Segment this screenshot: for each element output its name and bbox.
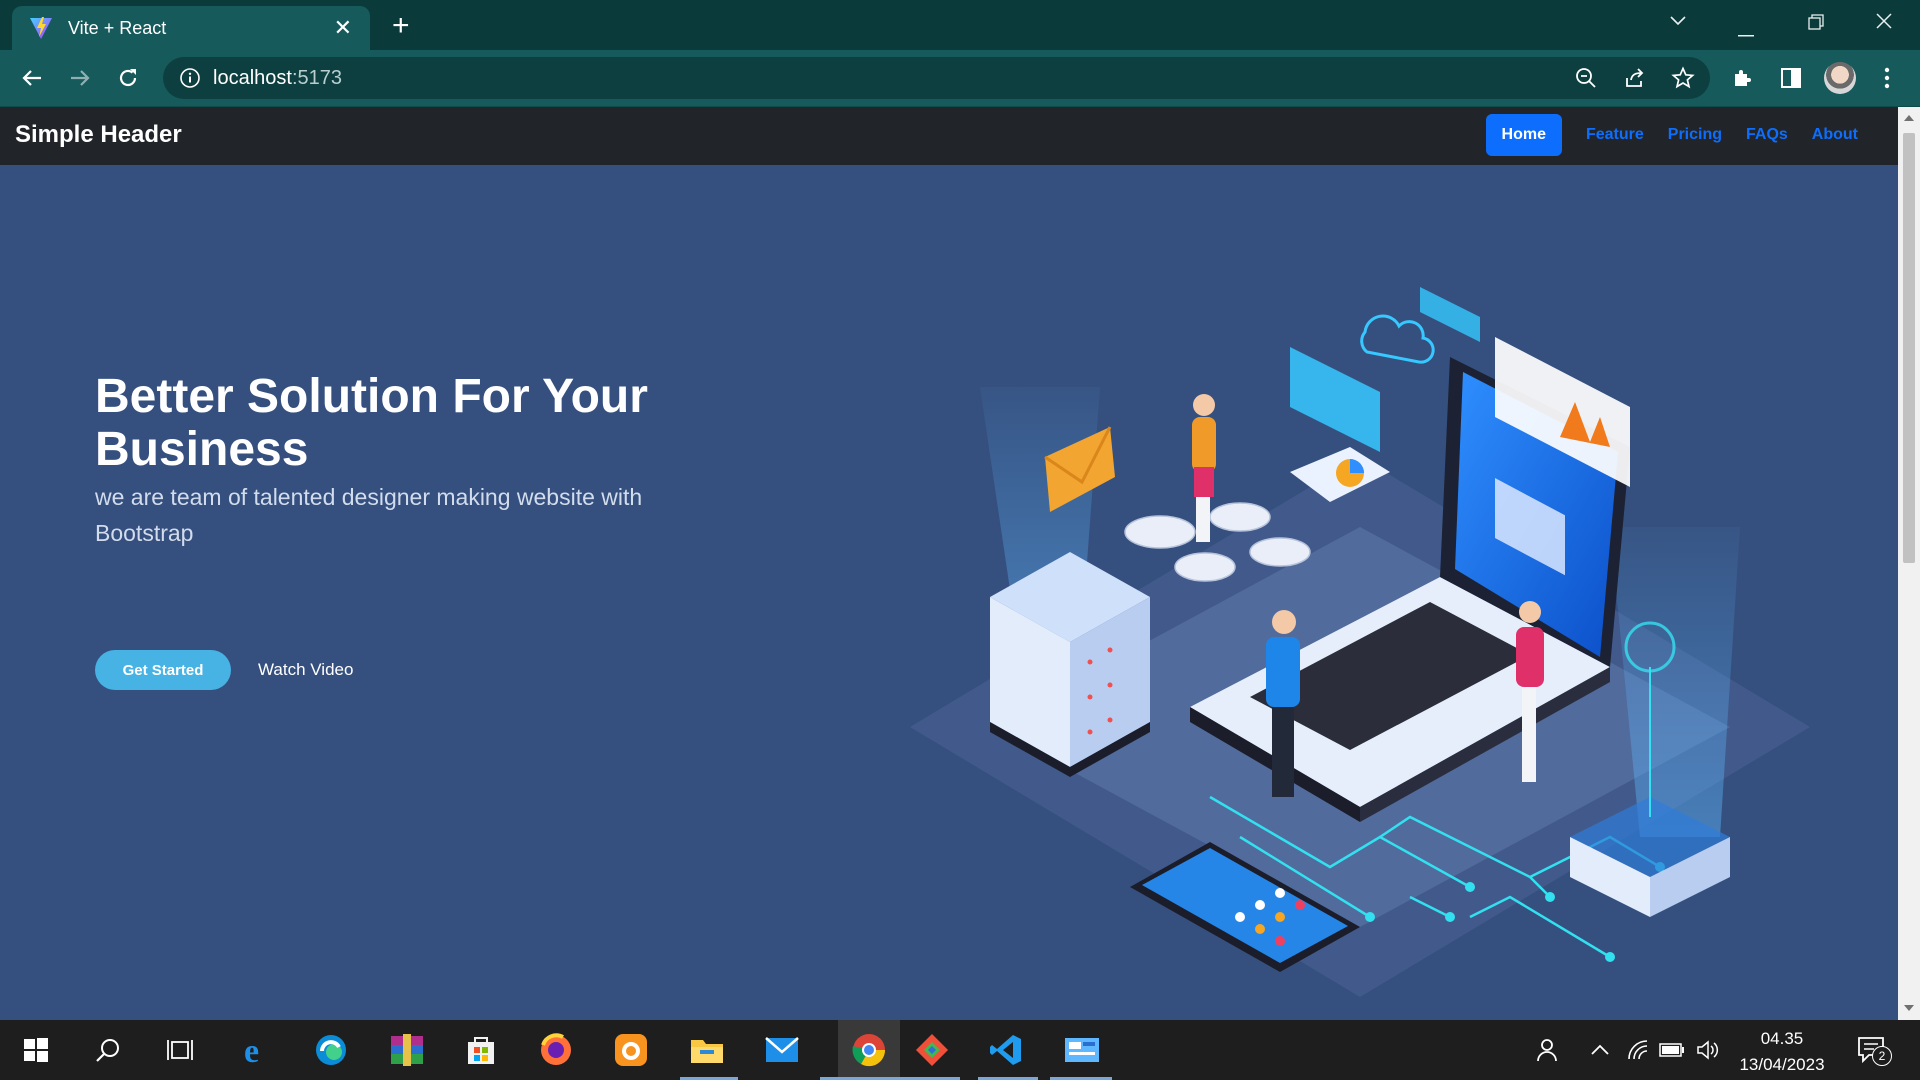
extensions-button[interactable] xyxy=(1727,62,1759,94)
clock-date: 13/04/2023 xyxy=(1739,1055,1825,1074)
forward-button[interactable] xyxy=(64,62,96,94)
firefox-icon[interactable] xyxy=(536,1030,576,1070)
scrollbar-thumb[interactable] xyxy=(1903,133,1915,563)
file-explorer-icon[interactable] xyxy=(687,1030,727,1070)
hero-subtitle: we are team of talented designer making … xyxy=(95,484,643,546)
microsoft-store-icon[interactable] xyxy=(461,1030,501,1070)
watch-video-link[interactable]: Watch Video xyxy=(258,660,353,680)
tray-chevron-up-icon[interactable] xyxy=(1580,1030,1620,1070)
close-tab-icon[interactable]: ✕ xyxy=(334,17,352,39)
minimize-icon[interactable] xyxy=(1738,20,1754,43)
tab-search-chevron-icon[interactable] xyxy=(1669,10,1687,33)
reload-button[interactable] xyxy=(112,62,144,94)
vscode-icon[interactable] xyxy=(986,1030,1026,1070)
scroll-down-icon[interactable] xyxy=(1904,1005,1914,1011)
arrow-right-icon xyxy=(71,70,90,86)
start-windows-icon[interactable] xyxy=(16,1030,56,1070)
new-tab-button[interactable]: + xyxy=(392,9,410,43)
clock-time: 04.35 xyxy=(1760,1029,1804,1048)
svg-text:e: e xyxy=(244,1034,259,1066)
site-header: Simple Header Home Feature Pricing FAQs … xyxy=(0,107,1898,165)
edge-browser-icon[interactable] xyxy=(311,1030,351,1070)
control-panel-icon[interactable] xyxy=(1062,1030,1102,1070)
browser-toolbar: localhost:5173 xyxy=(0,50,1920,108)
web-page: Simple Header Home Feature Pricing FAQs … xyxy=(0,107,1898,1020)
mail-icon[interactable] xyxy=(762,1030,802,1070)
nav-pricing[interactable]: Pricing xyxy=(1656,114,1734,156)
restore-icon[interactable] xyxy=(1808,13,1824,36)
reload-icon xyxy=(119,69,137,87)
puzzle-icon xyxy=(1735,70,1751,86)
menu-button[interactable] xyxy=(1871,62,1903,94)
chrome-icon[interactable] xyxy=(838,1020,900,1080)
back-button[interactable] xyxy=(16,62,48,94)
uc-browser-icon[interactable] xyxy=(611,1030,651,1070)
side-panel-icon xyxy=(1781,68,1801,88)
get-started-button[interactable]: Get Started xyxy=(95,650,231,690)
taskbar-clock[interactable]: 04.35 13/04/2023 xyxy=(1722,1026,1842,1078)
git-app-icon[interactable] xyxy=(912,1030,952,1070)
people-icon[interactable] xyxy=(1526,1030,1566,1070)
close-window-icon[interactable] xyxy=(1876,12,1892,35)
address-bar[interactable]: localhost:5173 xyxy=(163,57,1710,99)
side-panel-button[interactable] xyxy=(1775,62,1807,94)
site-info-icon[interactable] xyxy=(179,67,201,89)
notification-count-badge: 2 xyxy=(1872,1046,1892,1066)
internet-explorer-icon[interactable]: e xyxy=(237,1030,277,1070)
zoom-icon[interactable] xyxy=(1574,66,1598,90)
taskbar: e 04.35 13/04/2023 2 xyxy=(0,1020,1920,1080)
profile-avatar[interactable] xyxy=(1824,62,1856,94)
main-nav: Home Feature Pricing FAQs About xyxy=(1485,114,1870,156)
nav-about[interactable]: About xyxy=(1800,114,1870,156)
bookmark-star-icon[interactable] xyxy=(1671,66,1695,90)
search-icon[interactable] xyxy=(88,1030,128,1070)
battery-icon[interactable] xyxy=(1652,1030,1692,1070)
hero-illustration xyxy=(910,287,1810,997)
page-scrollbar[interactable] xyxy=(1898,107,1920,1020)
notification-center-icon[interactable]: 2 xyxy=(1852,1030,1892,1070)
hero-title: Better Solution For Your Business xyxy=(95,370,648,476)
browser-tab[interactable]: Vite + React ✕ xyxy=(12,6,370,50)
share-icon[interactable] xyxy=(1623,66,1647,90)
arrow-left-icon xyxy=(22,70,41,86)
url-text[interactable]: localhost:5173 xyxy=(213,67,342,90)
brand-logo[interactable]: Simple Header xyxy=(15,121,182,149)
scroll-up-icon[interactable] xyxy=(1904,115,1914,121)
winrar-icon[interactable] xyxy=(387,1030,427,1070)
nav-home[interactable]: Home xyxy=(1485,114,1562,156)
tab-title: Vite + React xyxy=(68,17,167,38)
vite-logo-icon xyxy=(30,17,52,39)
nav-feature[interactable]: Feature xyxy=(1574,114,1656,156)
nav-faqs[interactable]: FAQs xyxy=(1734,114,1800,156)
more-vertical-icon xyxy=(1884,67,1890,89)
browser-tab-bar: Vite + React ✕ + xyxy=(0,0,1920,50)
task-view-icon[interactable] xyxy=(160,1030,200,1070)
